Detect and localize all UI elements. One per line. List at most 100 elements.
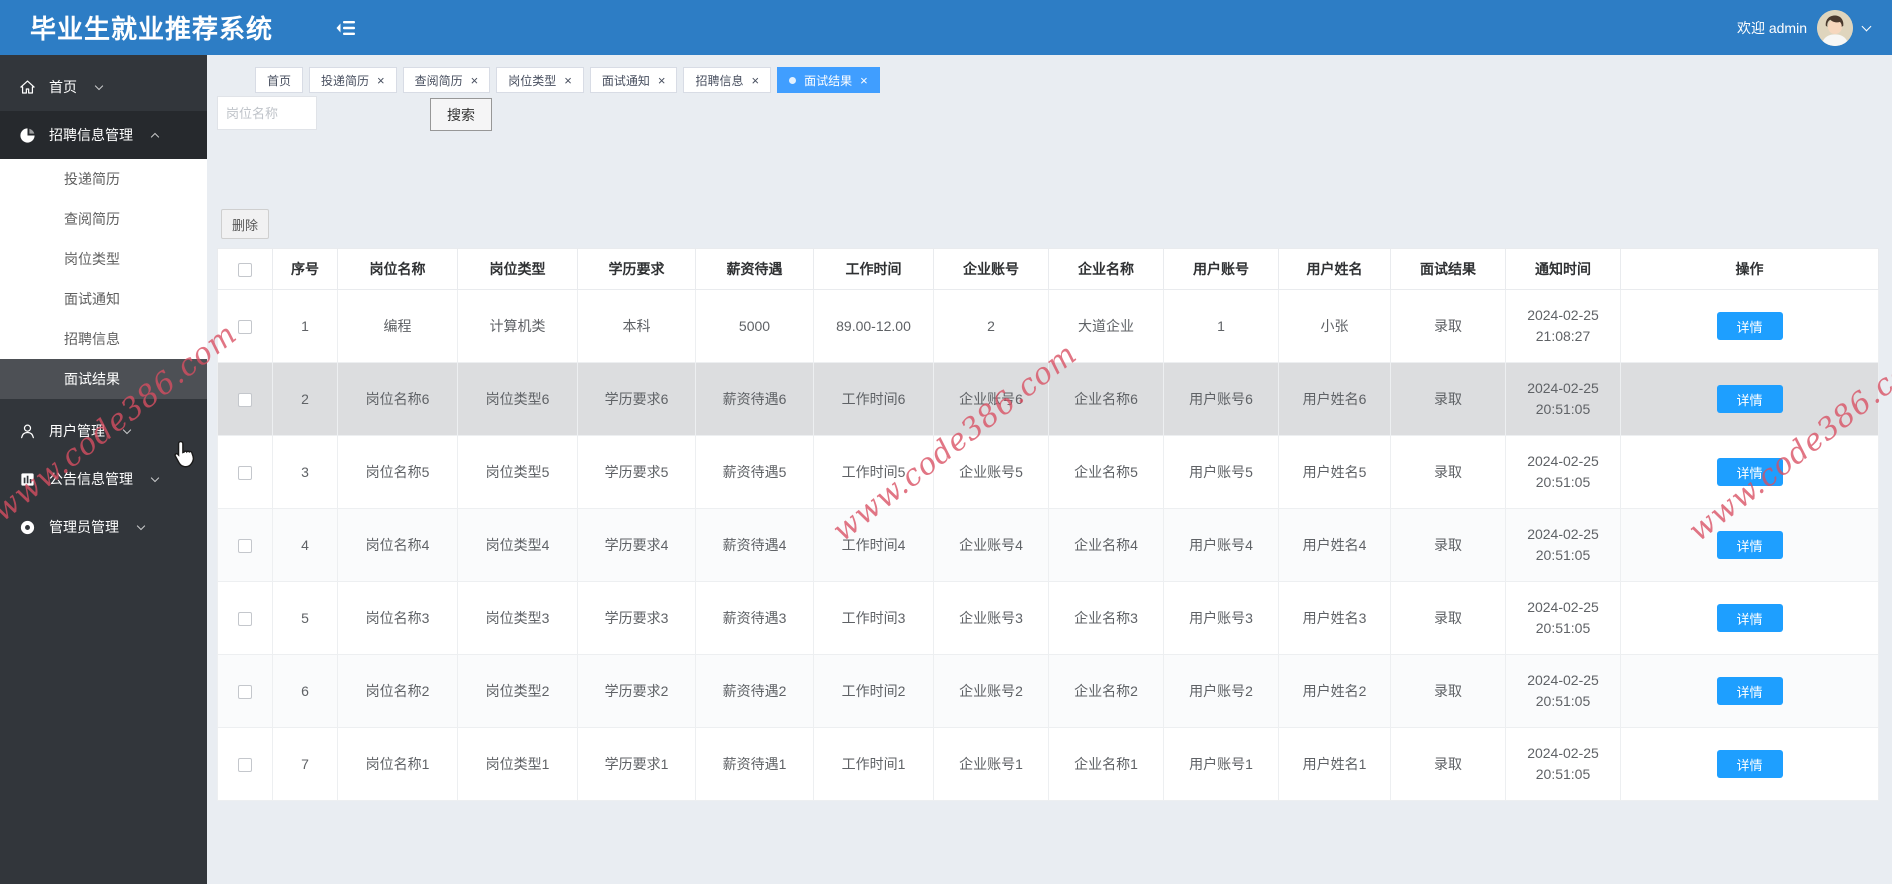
table-cell: 工作时间6	[813, 362, 934, 436]
chevron-down-icon	[136, 521, 146, 530]
table-cell: 工作时间3	[813, 581, 934, 655]
user-menu[interactable]: 欢迎 admin	[1737, 9, 1872, 46]
tab-面试通知[interactable]: 面试通知 ×	[589, 67, 678, 93]
delete-button[interactable]: 删除	[221, 209, 269, 239]
table-cell: 2024-02-25 21:08:27	[1505, 289, 1621, 363]
row-action-cell: 详情	[1620, 727, 1879, 801]
row-checkbox[interactable]	[238, 684, 252, 699]
table-cell: 大道企业	[1048, 289, 1164, 363]
table-cell: 录取	[1390, 508, 1506, 582]
row-checkbox[interactable]	[238, 538, 252, 553]
tab-查阅简历[interactable]: 查阅简历 ×	[402, 67, 491, 93]
table-cell: 企业名称3	[1048, 581, 1164, 655]
search-button[interactable]: 搜索	[430, 98, 492, 131]
avatar[interactable]	[1817, 9, 1853, 46]
sidebar-item-admin-management[interactable]: 管理员管理	[0, 503, 207, 551]
table-cell: 企业名称5	[1048, 435, 1164, 509]
column-header-用户姓名: 用户姓名	[1278, 248, 1391, 290]
table-cell: 薪资待遇2	[695, 654, 814, 728]
tab-面试结果[interactable]: 面试结果 ×	[777, 67, 880, 93]
table-cell: 用户账号1	[1163, 727, 1279, 801]
close-icon[interactable]: ×	[564, 74, 572, 87]
table-cell: 学历要求5	[577, 435, 696, 509]
sidebar-subitem-岗位类型[interactable]: 岗位类型	[0, 239, 207, 279]
table-cell: 2024-02-25 20:51:05	[1505, 727, 1621, 801]
table-cell: 薪资待遇3	[695, 581, 814, 655]
table-cell: 2	[272, 362, 338, 436]
row-checkbox[interactable]	[238, 392, 252, 407]
sidebar-subitem-面试通知[interactable]: 面试通知	[0, 279, 207, 319]
tab-招聘信息[interactable]: 招聘信息 ×	[683, 67, 772, 93]
table-cell: 用户姓名6	[1278, 362, 1391, 436]
table-cell: 学历要求2	[577, 654, 696, 728]
chevron-down-icon	[122, 425, 132, 434]
column-header-通知时间: 通知时间	[1505, 248, 1621, 290]
table-cell: 2024-02-25 20:51:05	[1505, 435, 1621, 509]
table-cell: 5000	[695, 289, 814, 363]
column-header-用户账号: 用户账号	[1163, 248, 1279, 290]
row-checkbox[interactable]	[238, 465, 252, 480]
row-checkbox[interactable]	[238, 319, 252, 334]
sidebar-subitem-查阅简历[interactable]: 查阅简历	[0, 199, 207, 239]
table-cell: 本科	[577, 289, 696, 363]
row-checkbox[interactable]	[238, 611, 252, 626]
close-icon[interactable]: ×	[658, 74, 666, 87]
close-icon[interactable]: ×	[751, 74, 759, 87]
detail-button[interactable]: 详情	[1716, 531, 1783, 559]
column-header-岗位类型: 岗位类型	[457, 248, 578, 290]
select-all-checkbox[interactable]	[238, 263, 252, 278]
sidebar-subitem-面试结果[interactable]: 面试结果	[0, 359, 207, 399]
detail-button[interactable]: 详情	[1716, 677, 1783, 705]
row-select-cell	[217, 289, 273, 363]
detail-button[interactable]: 详情	[1716, 604, 1783, 632]
table-cell: 薪资待遇6	[695, 362, 814, 436]
tab-label: 面试结果	[804, 73, 853, 88]
tab-岗位类型[interactable]: 岗位类型 ×	[496, 67, 584, 93]
row-checkbox[interactable]	[238, 757, 252, 772]
close-icon[interactable]: ×	[860, 74, 868, 87]
table-cell: 岗位类型1	[457, 727, 578, 801]
table-cell: 录取	[1390, 654, 1506, 728]
table-cell: 企业账号3	[933, 581, 1049, 655]
search-input[interactable]	[217, 96, 317, 130]
sidebar-item-user-management[interactable]: 用户管理	[0, 407, 207, 455]
sidebar-subitem-招聘信息[interactable]: 招聘信息	[0, 319, 207, 359]
table-cell: 1	[1163, 289, 1279, 363]
sidebar-item-home[interactable]: 首页	[0, 63, 207, 111]
table-cell: 编程	[337, 289, 458, 363]
table-cell: 学历要求4	[577, 508, 696, 582]
table-cell: 岗位类型2	[457, 654, 578, 728]
table-cell: 1	[272, 289, 338, 363]
table-cell: 岗位名称2	[337, 654, 458, 728]
table-cell: 企业账号1	[933, 727, 1049, 801]
detail-button[interactable]: 详情	[1716, 750, 1783, 778]
sidebar-item-notice-management[interactable]: 公告信息管理	[0, 455, 207, 503]
tab-首页[interactable]: 首页	[255, 67, 304, 93]
table-cell: 3	[272, 435, 338, 509]
table-row: 7 岗位名称1 岗位类型1 学历要求1 薪资待遇1 工作时间1 企业账号1 企业名称1 用户账号…	[217, 727, 1879, 801]
tab-label: 岗位类型	[508, 73, 557, 88]
detail-button[interactable]: 详情	[1716, 458, 1783, 486]
sidebar-subitem-投递简历[interactable]: 投递简历	[0, 159, 207, 199]
detail-button[interactable]: 详情	[1716, 312, 1783, 340]
close-icon[interactable]: ×	[471, 74, 479, 87]
row-select-cell	[217, 508, 273, 582]
sidebar-fold-button[interactable]	[335, 19, 357, 37]
table-cell: 2	[933, 289, 1049, 363]
avatar-image	[1817, 9, 1853, 46]
table-header-row: 序号 岗位名称 岗位类型 学历要求 薪资待遇 工作时间 企业账号 企业名称 用户账号 用户姓名 面试…	[217, 248, 1879, 290]
column-header-薪资待遇: 薪资待遇	[695, 248, 814, 290]
table-cell: 用户账号6	[1163, 362, 1279, 436]
sidebar-item-recruit-management[interactable]: 招聘信息管理	[0, 111, 207, 159]
tab-投递简历[interactable]: 投递简历 ×	[309, 67, 397, 93]
table-cell: 计算机类	[457, 289, 578, 363]
row-select-cell	[217, 362, 273, 436]
detail-button[interactable]: 详情	[1716, 385, 1783, 413]
table-row: 2 岗位名称6 岗位类型6 学历要求6 薪资待遇6 工作时间6 企业账号6 企业名称6 用户账号…	[217, 362, 1879, 436]
column-header-岗位名称: 岗位名称	[337, 248, 458, 290]
table-cell: 2024-02-25 20:51:05	[1505, 508, 1621, 582]
table-cell: 6	[272, 654, 338, 728]
table-cell: 工作时间1	[813, 727, 934, 801]
close-icon[interactable]: ×	[377, 74, 385, 87]
table-cell: 录取	[1390, 289, 1506, 363]
